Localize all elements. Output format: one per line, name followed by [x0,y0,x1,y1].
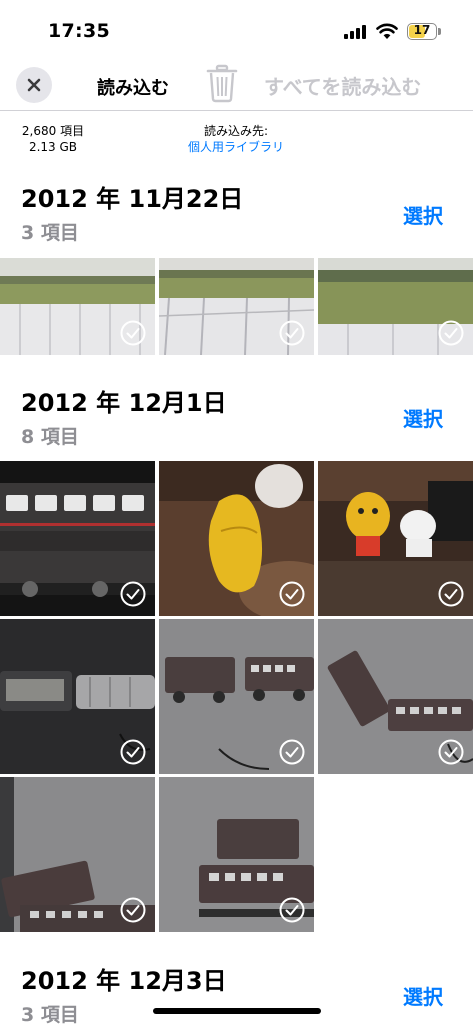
import-destination: 読み込み先: 個人用ライブラリ [176,123,296,155]
photo-thumbnail[interactable] [159,619,314,774]
photo-thumbnail[interactable] [318,461,473,616]
select-button[interactable]: 選択 [403,981,443,1010]
checkmark-circle-icon [279,739,305,765]
section-count: 8 項目 [21,426,79,448]
destination-label: 読み込み先: [203,124,269,138]
section-date: 2012 年 12月3日 [21,967,227,995]
trash-icon[interactable] [205,63,239,103]
item-count: 2,680 項目 2.13 GB [20,123,86,155]
section-date: 2012 年 11月22日 [21,185,244,213]
battery-level: 17 [413,23,431,37]
battery-icon: 17 [407,23,437,40]
section-date: 2012 年 12月1日 [21,389,227,417]
close-button[interactable] [16,67,52,103]
photo-thumbnail[interactable] [0,461,155,616]
checkmark-circle-icon [279,581,305,607]
photo-thumbnail[interactable] [159,777,314,932]
select-button[interactable]: 選択 [403,403,443,432]
photo-thumbnail[interactable] [0,777,155,932]
photo-thumbnail[interactable] [0,258,155,355]
section-count: 3 項目 [21,1004,79,1026]
checkmark-circle-icon [438,581,464,607]
import-title-button[interactable]: 読み込む [97,74,169,100]
close-icon [27,78,41,92]
item-count-total: 2,680 項目 [21,124,85,138]
destination-link[interactable]: 個人用ライブラリ [176,139,296,155]
photo-thumbnail[interactable] [159,461,314,616]
checkmark-circle-icon [279,897,305,923]
cellular-signal-icon [344,25,366,39]
photo-thumbnail[interactable] [0,619,155,774]
checkmark-circle-icon [120,320,146,346]
item-count-size: 2.13 GB [28,140,78,154]
section-count: 3 項目 [21,222,79,244]
select-button[interactable]: 選択 [403,200,443,229]
checkmark-circle-icon [279,320,305,346]
battery-nub [438,28,441,35]
status-bar: 17:35 17 [0,0,473,60]
status-time: 17:35 [48,20,110,42]
import-info-bar: 2,680 項目 2.13 GB 読み込み先: 個人用ライブラリ [0,110,473,167]
checkmark-circle-icon [120,739,146,765]
photo-thumbnail[interactable] [318,258,473,355]
checkmark-circle-icon [120,581,146,607]
photo-thumbnail[interactable] [318,619,473,774]
photo-thumbnail[interactable] [159,258,314,355]
checkmark-circle-icon [120,897,146,923]
checkmark-circle-icon [438,320,464,346]
import-toolbar: 読み込む すべてを読み込む [0,60,473,110]
import-all-button[interactable]: すべてを読み込む [264,71,421,100]
home-indicator[interactable] [153,1008,321,1014]
checkmark-circle-icon [438,739,464,765]
wifi-icon [376,23,398,39]
